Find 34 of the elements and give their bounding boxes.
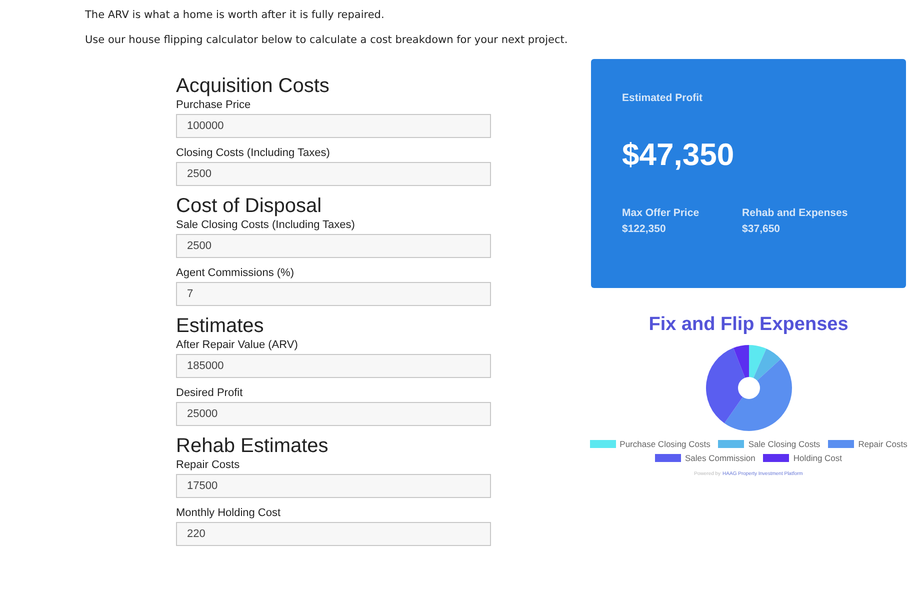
stat-label: Max Offer Price (622, 207, 700, 219)
field-label: Sale Closing Costs (Including Taxes) (176, 218, 356, 233)
input-field[interactable]: 7 (176, 282, 491, 306)
intro-text: Use our house flipping calculator below to calculate a cost breakdown for your next project. (85, 34, 569, 46)
legend-label: Holding Cost (793, 453, 842, 463)
field-label: Closing Costs (Including Taxes) (176, 146, 331, 161)
stat-label: Rehab and Expenses (742, 207, 848, 219)
section-heading: Rehab Estimates (176, 434, 330, 458)
input-field[interactable]: 2500 (176, 162, 491, 186)
field-label: Desired Profit (176, 386, 244, 401)
input-field[interactable]: 100000 (176, 114, 491, 138)
input-field[interactable]: 2500 (176, 234, 491, 258)
field-label: After Repair Value (ARV) (176, 338, 299, 353)
profit-value: $47,350 (622, 137, 734, 173)
legend-label: Sale Closing Costs (748, 439, 820, 449)
field-label: Repair Costs (176, 458, 241, 473)
field-label: Monthly Holding Cost (176, 506, 282, 521)
input-field[interactable]: 185000 (176, 354, 491, 378)
legend-label: Sales Commission (684, 453, 756, 463)
chart-title: Fix and Flip Expenses (648, 314, 848, 336)
legend-label: Repair Costs (858, 439, 908, 449)
field-label: Purchase Price (176, 98, 252, 113)
input-field[interactable]: 25000 (176, 402, 491, 426)
stat-value: $122,350 (622, 223, 667, 235)
stat-value: $37,650 (742, 223, 782, 235)
field-label: Agent Commissions (%) (176, 266, 295, 281)
section-heading: Cost of Disposal (176, 194, 323, 218)
section-heading: Acquisition Costs (176, 74, 330, 98)
intro-text: The ARV is what a home is worth after it is fully repaired. (85, 9, 386, 21)
input-field[interactable]: 220 (176, 522, 491, 546)
input-field[interactable]: 17500 (176, 474, 491, 498)
card-label: Estimated Profit (622, 92, 703, 104)
section-heading: Estimates (176, 314, 265, 338)
legend-label: Purchase Closing Costs (620, 439, 710, 449)
